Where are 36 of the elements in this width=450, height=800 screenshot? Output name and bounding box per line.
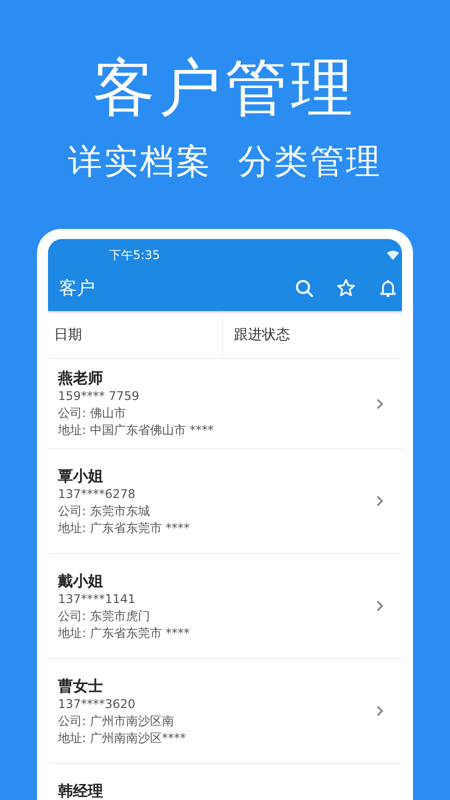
wifi-icon [386, 249, 400, 261]
filter-tab[interactable]: 日期 [48, 311, 222, 358]
company-text: 公司: 佛山市 [58, 405, 127, 422]
headline: 客户管理 [93, 50, 357, 126]
chevron-icon [376, 398, 384, 410]
star-icon[interactable] [336, 278, 356, 298]
customer-row[interactable]: 韩经理 [48, 764, 402, 800]
phone-number: 137****6278 [58, 486, 136, 502]
address-text: 地址: 广东省东莞市 **** [58, 624, 190, 642]
company-text: 公司: 广州市南沙区南 [58, 712, 175, 730]
filter-tab[interactable]: 跟进状态 [222, 311, 402, 358]
customer-name: 韩经理 [58, 781, 103, 800]
bell-icon[interactable] [378, 278, 398, 298]
chevron-icon [376, 705, 384, 717]
chevron-icon [376, 495, 384, 507]
company-text: 公司: 东莞市虎门 [58, 608, 151, 624]
customer-name: 戴小姐 [58, 570, 104, 590]
app-title: 客户 [59, 277, 95, 300]
phone-number: 137****1141 [58, 590, 136, 608]
chevron-icon [376, 600, 384, 612]
address-text: 地址: 广东省东莞市 **** [58, 520, 190, 536]
customer-row[interactable]: 燕老师 159**** 7759 公司: 佛山市 地址: 中国广东省佛山市 **** [48, 359, 402, 449]
customer-name: 覃小姐 [58, 466, 104, 486]
customer-row[interactable]: 戴小姐 137****1141 公司: 东莞市虎门 地址: 广东省东莞市 **** [48, 554, 402, 659]
customer-row[interactable]: 曹女士 137****3620 公司: 广州市南沙区南 地址: 广州南南沙区**** [48, 659, 402, 764]
customer-name: 燕老师 [58, 368, 104, 388]
phone-number: 159**** 7759 [58, 388, 140, 405]
customer-row[interactable]: 覃小姐 137****6278 公司: 东莞市东城 地址: 广东省东莞市 **** [48, 449, 402, 554]
company-text: 公司: 东莞市东城 [58, 502, 151, 520]
search-icon[interactable] [294, 278, 314, 298]
customer-name: 曹女士 [58, 676, 104, 696]
address-text: 地址: 中国广东省佛山市 **** [58, 422, 214, 439]
address-text: 地址: 广州南南沙区**** [58, 730, 186, 746]
tagline: 详实档案 分类管理 [68, 141, 382, 184]
status-time: 下午5:35 [109, 246, 160, 264]
phone-number: 137****3620 [58, 696, 136, 712]
